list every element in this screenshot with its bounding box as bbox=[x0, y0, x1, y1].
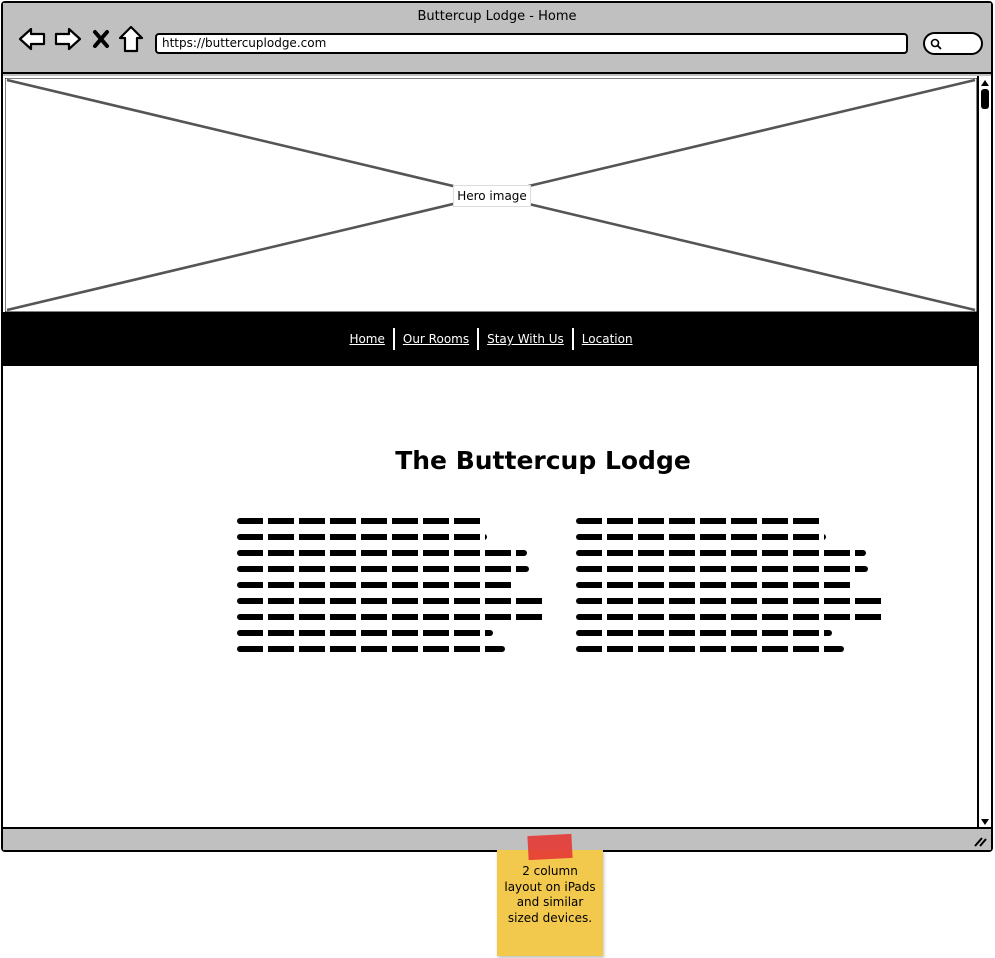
back-button[interactable] bbox=[17, 25, 47, 53]
search-icon bbox=[930, 38, 942, 50]
sticky-tape bbox=[527, 833, 573, 861]
placeholder-text-line bbox=[576, 550, 866, 556]
placeholder-text-line bbox=[237, 646, 505, 652]
site-navbar: Home Our Rooms Stay With Us Location bbox=[3, 312, 977, 366]
stop-button[interactable] bbox=[89, 25, 113, 53]
browser-toolbar: Buttercup Lodge - Home https://buttercup… bbox=[3, 3, 991, 74]
placeholder-text-line bbox=[237, 566, 529, 572]
forward-button[interactable] bbox=[53, 25, 83, 53]
browser-statusbar bbox=[3, 827, 991, 850]
hero-image-label: Hero image bbox=[453, 185, 531, 207]
page-viewport: Hero image Home Our Rooms Stay With Us L… bbox=[3, 76, 977, 829]
placeholder-text-line bbox=[576, 614, 886, 620]
vertical-scrollbar[interactable] bbox=[977, 76, 991, 829]
scroll-down-arrow-icon[interactable] bbox=[980, 817, 990, 827]
placeholder-text-line bbox=[237, 582, 515, 588]
resize-grip-icon[interactable] bbox=[973, 835, 987, 847]
nav-link-home[interactable]: Home bbox=[341, 328, 392, 350]
forward-icon bbox=[54, 27, 82, 51]
placeholder-text-line bbox=[237, 550, 527, 556]
scrollbar-thumb[interactable] bbox=[981, 89, 989, 109]
placeholder-text-line bbox=[576, 598, 884, 604]
stop-icon bbox=[93, 30, 109, 48]
sticky-note: 2 column layout on iPads and similar siz… bbox=[497, 850, 603, 956]
placeholder-text-line bbox=[576, 518, 824, 524]
nav-link-stay-with-us[interactable]: Stay With Us bbox=[479, 328, 572, 350]
placeholder-text-line bbox=[237, 518, 485, 524]
placeholder-text-line bbox=[237, 614, 547, 620]
placeholder-text-line bbox=[576, 582, 854, 588]
placeholder-text-line bbox=[576, 534, 826, 540]
placeholder-text-line bbox=[237, 534, 487, 540]
hero-image-placeholder: Hero image bbox=[5, 78, 977, 312]
browser-window: Buttercup Lodge - Home https://buttercup… bbox=[1, 1, 993, 852]
placeholder-text-line bbox=[237, 598, 545, 604]
back-icon bbox=[18, 27, 46, 51]
address-bar[interactable]: https://buttercuplodge.com bbox=[155, 33, 908, 54]
nav-link-our-rooms[interactable]: Our Rooms bbox=[395, 328, 477, 350]
placeholder-text-line bbox=[576, 646, 844, 652]
browser-search-box[interactable] bbox=[923, 32, 983, 55]
home-icon bbox=[118, 25, 144, 53]
placeholder-text-line bbox=[576, 566, 868, 572]
window-title: Buttercup Lodge - Home bbox=[417, 9, 577, 24]
text-column-right bbox=[576, 518, 888, 662]
scroll-up-arrow-icon[interactable] bbox=[980, 78, 990, 88]
sticky-note-text: 2 column layout on iPads and similar siz… bbox=[504, 864, 596, 925]
home-button[interactable] bbox=[117, 25, 145, 53]
placeholder-text-line bbox=[237, 630, 493, 636]
placeholder-text-line bbox=[576, 630, 832, 636]
text-column-left bbox=[237, 518, 549, 662]
page-title: The Buttercup Lodge bbox=[395, 446, 691, 475]
nav-link-location[interactable]: Location bbox=[574, 328, 641, 350]
